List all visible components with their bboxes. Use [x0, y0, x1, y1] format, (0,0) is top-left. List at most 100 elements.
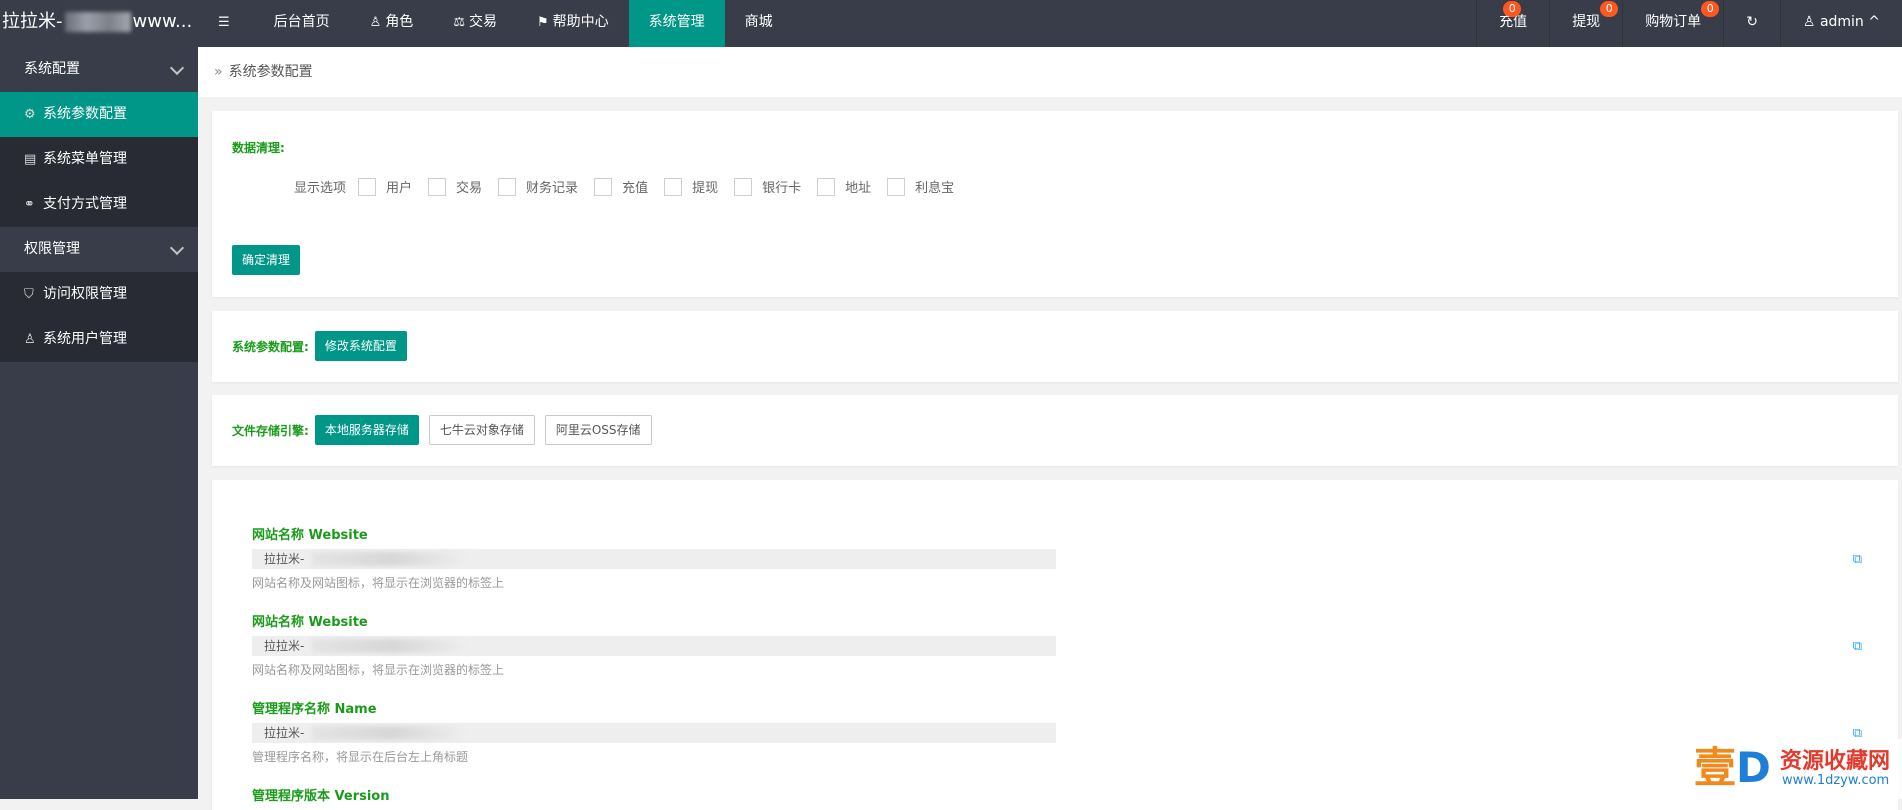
watermark-logo: 壹D 资源收藏网 www.1dzyw.com	[1690, 739, 1902, 799]
checkbox-option[interactable]: 充值	[594, 177, 648, 196]
storage-row: 文件存储引擎: 本地服务器存储 七牛云对象存储 阿里云OSS存储	[232, 415, 652, 445]
field-title: 管理程序名称 Name	[252, 698, 1862, 717]
website-name-input[interactable]: 拉拉米-	[252, 549, 1056, 569]
nav-role-label: 角色	[385, 14, 413, 30]
field-value: 拉拉米-	[264, 639, 304, 653]
field-value: 拉拉米-	[264, 726, 304, 740]
brand-prefix: 拉拉米-	[2, 11, 63, 32]
checkbox-label: 充值	[622, 177, 648, 196]
checkbox[interactable]	[358, 178, 376, 196]
field-app-version: 管理程序版本 Version	[252, 785, 1862, 804]
checkbox-option[interactable]: 交易	[428, 177, 482, 196]
checkbox[interactable]	[498, 178, 516, 196]
top-navbar: 拉拉米-www... ☰ 后台首页 ♙角色 ⚖交易 ⚑帮助中心 系统管理 商城 …	[0, 0, 1902, 47]
gear-icon: ⚙	[24, 92, 40, 137]
top-nav-menu: ☰ 后台首页 ♙角色 ⚖ 交易 ⚑ 帮助中心 系统管理 商城	[198, 0, 793, 47]
sidebar-item-menu-manage[interactable]: ▤系统菜单管理	[0, 137, 198, 182]
website-name-input[interactable]: 拉拉米-	[252, 636, 1056, 656]
checkbox-option[interactable]: 财务记录	[498, 177, 578, 196]
checkbox[interactable]	[664, 178, 682, 196]
sidebar-item-system-params[interactable]: ⚙系统参数配置	[0, 92, 198, 137]
storage-local-button[interactable]: 本地服务器存储	[315, 415, 419, 445]
copy-icon[interactable]: ⧉	[1853, 639, 1862, 654]
field-help: 网站名称及网站图标，将显示在浏览器的标签上	[252, 661, 1862, 678]
field-title: 管理程序版本 Version	[252, 785, 1862, 804]
sidebar-item-access[interactable]: ⛉访问权限管理	[0, 272, 198, 317]
redacted-region	[312, 639, 472, 653]
field-website-name-2: 网站名称 Website 拉拉米- 网站名称及网站图标，将显示在浏览器的标签上 …	[252, 611, 1862, 678]
username: admin	[1820, 14, 1864, 30]
nav-home[interactable]: 后台首页	[254, 0, 350, 47]
edit-system-config-button[interactable]: 修改系统配置	[315, 331, 407, 361]
storage-aliyun-button[interactable]: 阿里云OSS存储	[545, 415, 652, 445]
redacted-region	[312, 552, 472, 566]
checkbox-label: 交易	[456, 177, 482, 196]
checkbox[interactable]	[817, 178, 835, 196]
checkbox-label: 银行卡	[762, 177, 801, 196]
data-clean-title: 数据清理:	[232, 139, 285, 156]
data-clean-options: 显示选项 用户 交易 财务记录 充值 提现 银行卡 地址 利息宝	[294, 177, 970, 196]
recharge-button[interactable]: 0 充值	[1476, 0, 1549, 47]
checkbox-label: 用户	[386, 177, 412, 196]
checkbox-option[interactable]: 提现	[664, 177, 718, 196]
checkbox-option[interactable]: 银行卡	[734, 177, 801, 196]
top-right-menu: 0 充值 0 提现 0 购物订单 ↻ ♙ admin ^	[1476, 0, 1902, 47]
checkbox[interactable]	[734, 178, 752, 196]
storage-card: 文件存储引擎: 本地服务器存储 七牛云对象存储 阿里云OSS存储	[212, 395, 1898, 466]
nav-help-label: 帮助中心	[553, 14, 609, 30]
sys-params-title: 系统参数配置:	[232, 338, 309, 355]
app-logo-title[interactable]: 拉拉米-www...	[0, 0, 198, 47]
checkbox[interactable]	[887, 178, 905, 196]
checkbox[interactable]	[428, 178, 446, 196]
sys-params-card: 系统参数配置: 修改系统配置	[212, 311, 1898, 382]
field-help: 网站名称及网站图标，将显示在浏览器的标签上	[252, 574, 1862, 591]
withdraw-label: 提现	[1572, 14, 1600, 30]
confirm-clean-button[interactable]: 确定清理	[232, 245, 300, 275]
sidebar-item-users[interactable]: ♙系统用户管理	[0, 317, 198, 362]
checkbox-option[interactable]: 用户	[358, 177, 412, 196]
chevron-down-icon	[170, 241, 184, 255]
nav-trade[interactable]: ⚖ 交易	[433, 0, 517, 47]
nav-mall[interactable]: 商城	[725, 0, 793, 47]
storage-qiniu-button[interactable]: 七牛云对象存储	[429, 415, 535, 445]
nav-role[interactable]: ♙角色	[350, 0, 434, 47]
window-icon: ▤	[24, 137, 40, 182]
nav-home-label: 后台首页	[274, 14, 330, 30]
display-options-label: 显示选项	[294, 177, 346, 196]
field-website-name: 网站名称 Website 拉拉米- 网站名称及网站图标，将显示在浏览器的标签上 …	[252, 524, 1862, 591]
flag-icon: ⚑	[537, 15, 549, 30]
main-content: »系统参数配置 数据清理: 显示选项 用户 交易 财务记录 充值 提现 银行卡 …	[198, 47, 1902, 799]
sidebar-item-payment[interactable]: ⚭支付方式管理	[0, 182, 198, 227]
nav-help[interactable]: ⚑ 帮助中心	[517, 0, 629, 47]
sidebar: 系统配置 ⚙系统参数配置 ▤系统菜单管理 ⚭支付方式管理 权限管理 ⛉访问权限管…	[0, 47, 198, 799]
checkbox-option[interactable]: 利息宝	[887, 177, 954, 196]
withdraw-button[interactable]: 0 提现	[1549, 0, 1622, 47]
user-icon: ♙	[24, 317, 40, 362]
scale-icon: ⚖	[453, 15, 465, 30]
sidebar-group-permissions[interactable]: 权限管理	[0, 227, 198, 272]
sidebar-group-system-config[interactable]: 系统配置	[0, 47, 198, 92]
field-value: 拉拉米-	[264, 552, 304, 566]
breadcrumb-label: 系统参数配置	[229, 64, 313, 80]
link-icon: ⚭	[24, 182, 40, 227]
nav-system[interactable]: 系统管理	[629, 0, 725, 47]
user-menu[interactable]: ♙ admin ^	[1780, 0, 1902, 47]
sys-params-row: 系统参数配置: 修改系统配置	[232, 331, 407, 361]
checkbox-label: 提现	[692, 177, 718, 196]
chevron-down-icon	[170, 61, 184, 75]
checkbox[interactable]	[594, 178, 612, 196]
menu-toggle-button[interactable]: ☰	[198, 0, 254, 47]
checkbox-option[interactable]: 地址	[817, 177, 871, 196]
orders-button[interactable]: 0 购物订单	[1622, 0, 1723, 47]
breadcrumb: »系统参数配置	[198, 47, 1902, 97]
storage-title: 文件存储引擎:	[232, 422, 309, 439]
chevron-up-icon: ^	[1868, 14, 1880, 30]
refresh-button[interactable]: ↻	[1723, 0, 1780, 47]
field-help: 管理程序名称，将显示在后台左上角标题	[252, 748, 1862, 765]
field-app-name: 管理程序名称 Name 拉拉米- 管理程序名称，将显示在后台左上角标题 ⧉	[252, 698, 1862, 765]
app-name-input[interactable]: 拉拉米-	[252, 723, 1056, 743]
user-icon: ♙	[370, 15, 382, 30]
sidebar-item-label: 支付方式管理	[43, 196, 127, 212]
copy-icon[interactable]: ⧉	[1853, 552, 1862, 567]
nav-trade-label: 交易	[469, 14, 497, 30]
